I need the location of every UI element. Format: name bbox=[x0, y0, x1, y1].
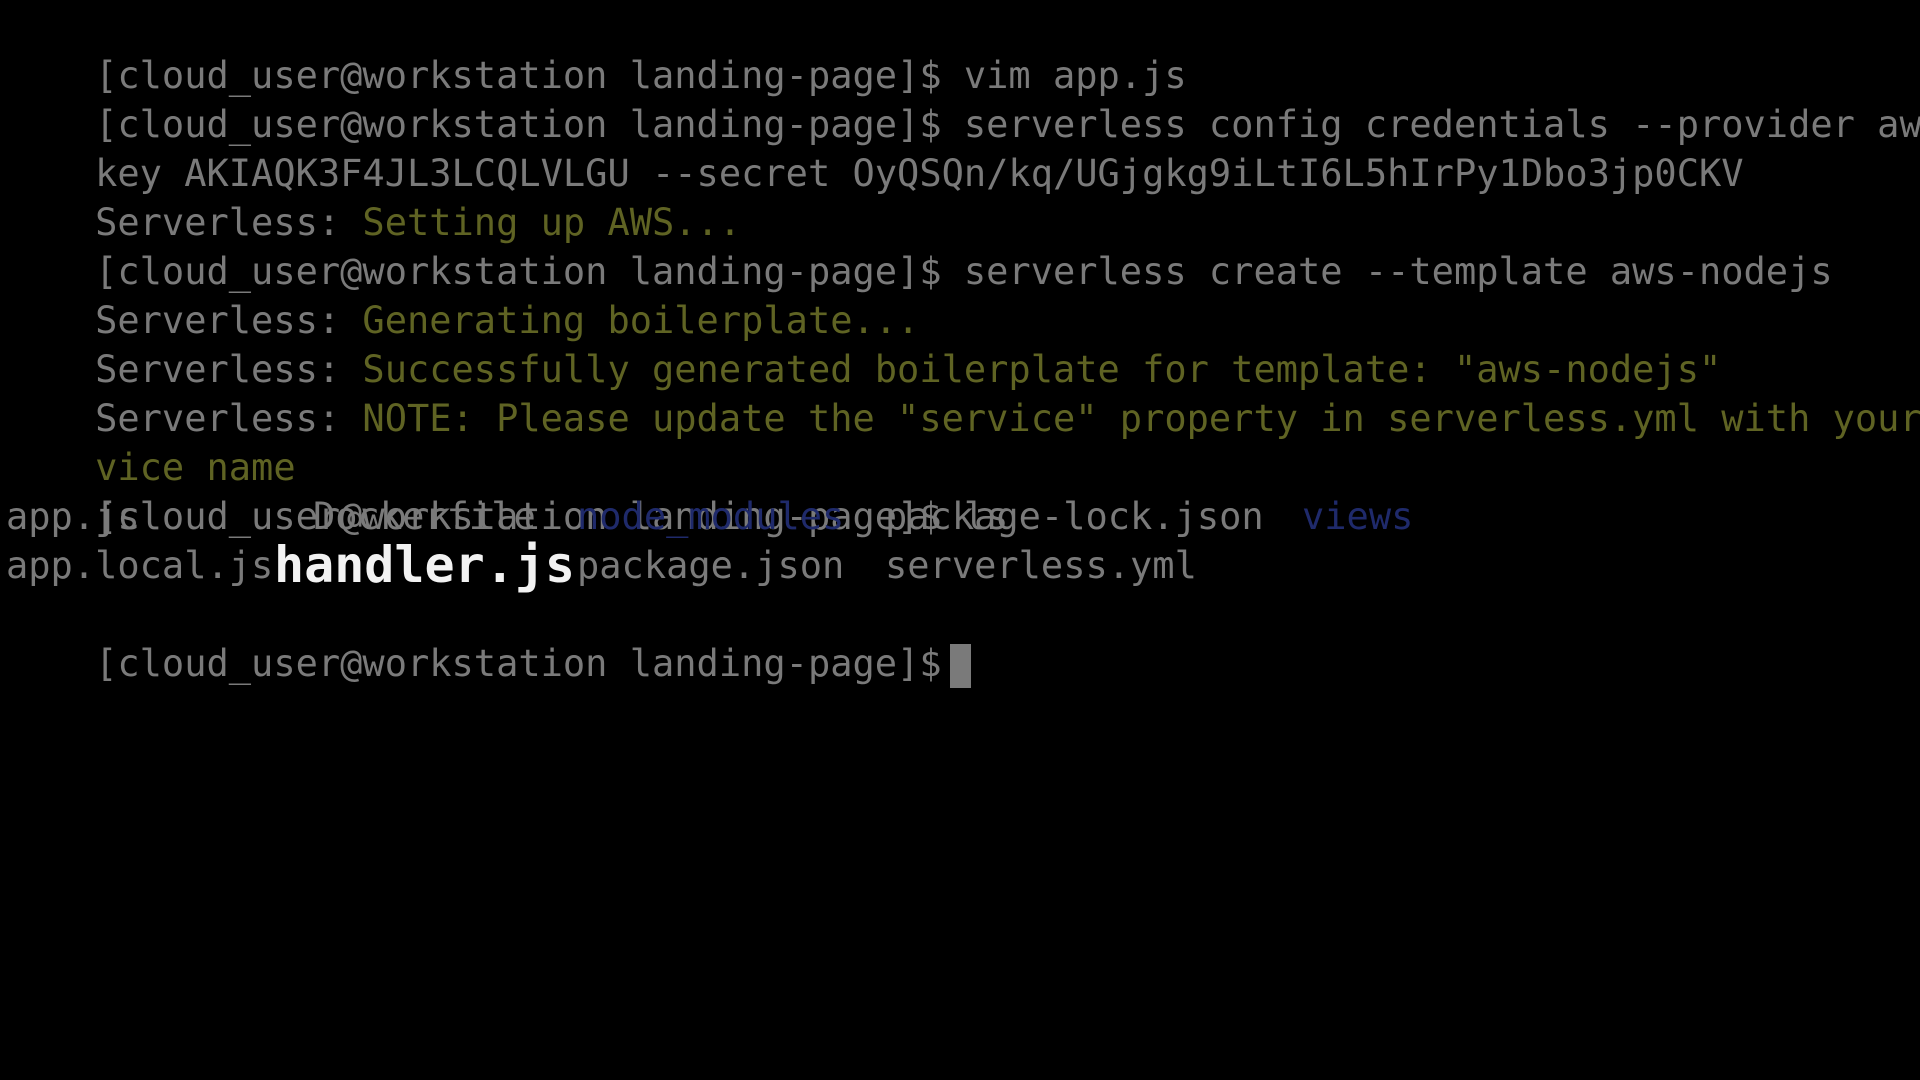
dir-node-modules: node_modules bbox=[577, 495, 845, 538]
file-package-lock-json: package-lock.json bbox=[885, 495, 1264, 538]
ls-output-row: app.local.js handler.js package.json ser… bbox=[6, 536, 1906, 594]
terminal-line: Serverless: Generating boilerplate... bbox=[6, 247, 919, 342]
terminal-line: Serverless: Successfully generated boile… bbox=[6, 296, 1721, 391]
output-message: NOTE: Please update the "service" proper… bbox=[362, 397, 1920, 440]
terminal-line: [cloud_user@workstation landing-page]$ l… bbox=[6, 443, 1008, 538]
terminal-line: [cloud_user@workstation landing-page]$ s… bbox=[6, 198, 1833, 293]
text-cursor[interactable] bbox=[949, 643, 971, 688]
file-app-js: app.js bbox=[6, 495, 140, 538]
file-package-json: package.json bbox=[577, 544, 845, 587]
file-dockerfile: Dockerfile bbox=[313, 495, 536, 538]
terminal-line: [cloud_user@workstation landing-page]$ v… bbox=[6, 2, 1187, 97]
terminal-line: Serverless: NOTE: Please update the "ser… bbox=[6, 345, 1920, 440]
file-app-local-js: app.local.js bbox=[6, 544, 274, 587]
terminal-window[interactable]: [cloud_user@workstation landing-page]$ v… bbox=[0, 0, 1920, 1080]
dir-views: views bbox=[1302, 495, 1414, 538]
shell-prompt: [cloud_user@workstation landing-page]$ bbox=[95, 642, 942, 685]
file-serverless-yml: serverless.yml bbox=[885, 544, 1197, 587]
terminal-line: [cloud_user@workstation landing-page]$ bbox=[6, 590, 971, 688]
ls-output-row: app.js Dockerfile node_modules package-l… bbox=[6, 492, 1906, 541]
terminal-line: key AKIAQK3F4JL3LCQLVLGU --secret OyQSQn… bbox=[6, 100, 1743, 195]
file-handler-js-highlighted: handler.js bbox=[272, 536, 578, 594]
command-text: serverless create --template aws-nodejs bbox=[941, 250, 1833, 293]
terminal-line: [cloud_user@workstation landing-page]$ s… bbox=[6, 51, 1920, 146]
terminal-line: Serverless: Setting up AWS... bbox=[6, 149, 741, 244]
terminal-line: vice name bbox=[6, 394, 295, 489]
